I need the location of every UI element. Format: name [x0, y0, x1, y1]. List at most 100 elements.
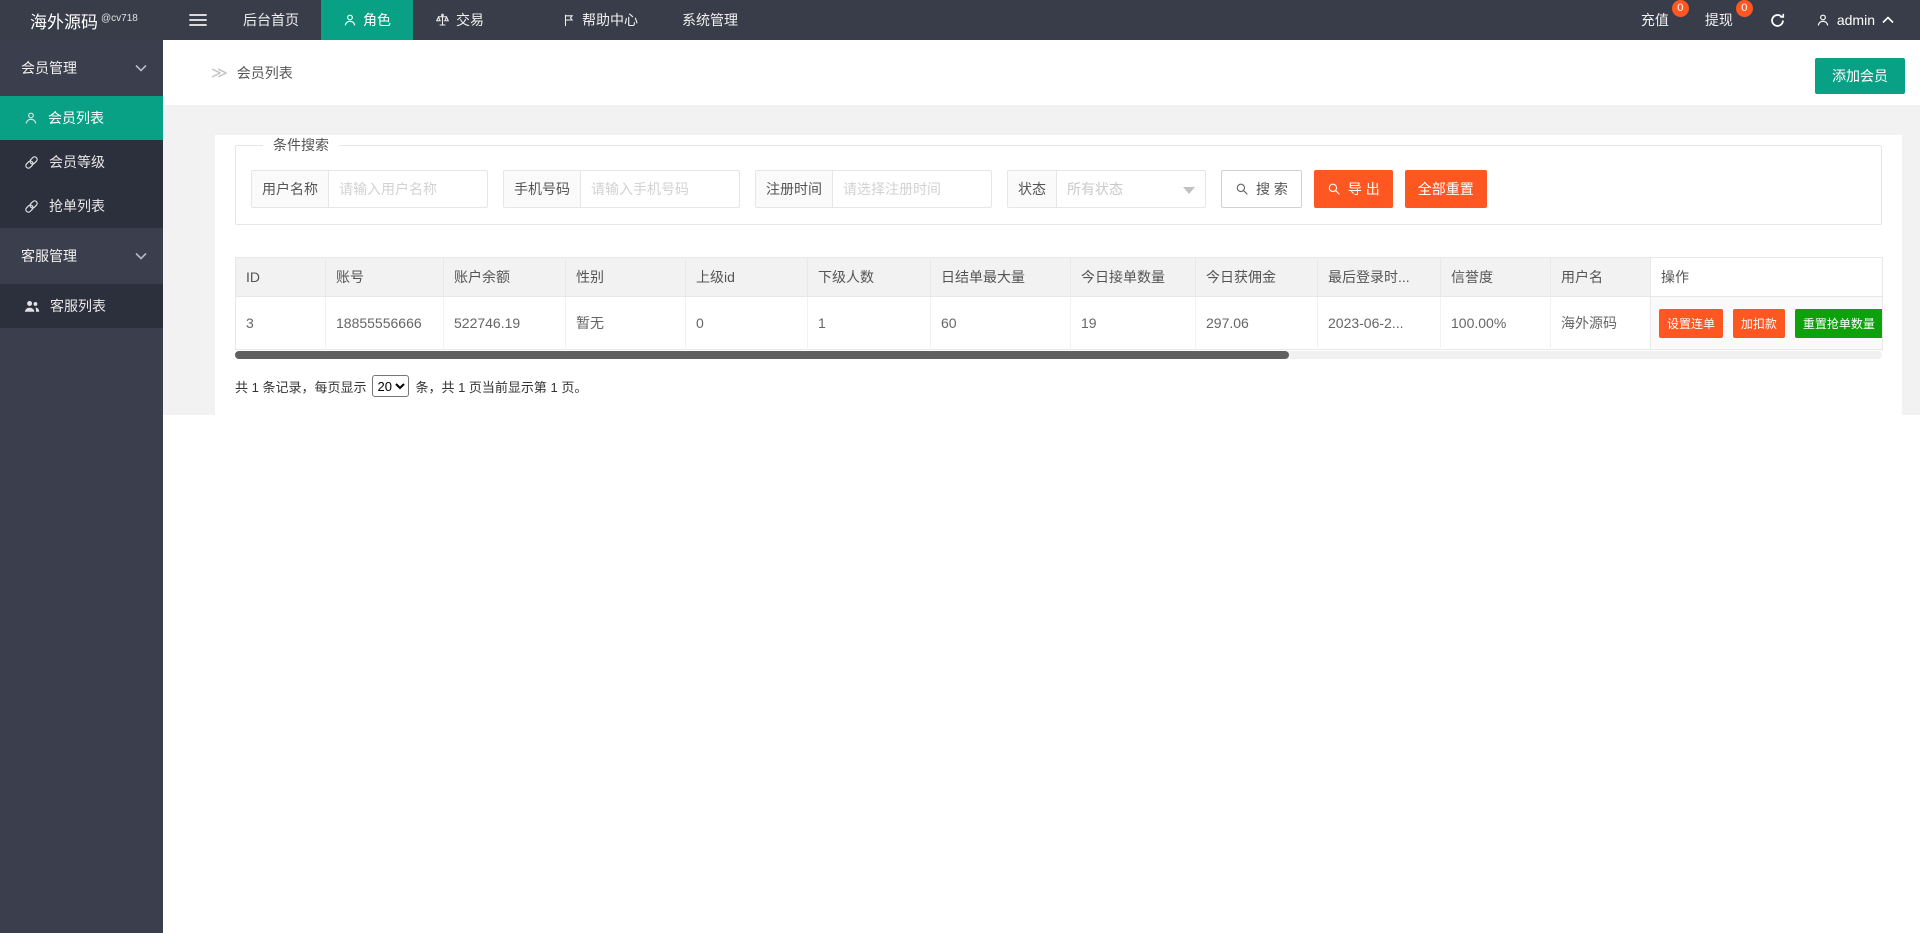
search-icon	[1327, 182, 1341, 196]
register-time-input[interactable]	[833, 171, 991, 207]
add-member-button[interactable]: 添加会员	[1815, 58, 1905, 94]
cell-parent-id: 0	[685, 296, 808, 350]
cell-gender: 暂无	[565, 296, 686, 350]
username: admin	[1836, 12, 1875, 28]
person-icon	[343, 13, 357, 27]
breadcrumb-bar: ≫ 会员列表 添加会员	[163, 40, 1920, 105]
col-header-daily-max: 日结单最大量	[930, 257, 1071, 297]
cell-actions: 设置连单 加扣款 重置抢单数量 ...	[1650, 296, 1883, 350]
cell-last-login: 2023-06-2...	[1317, 296, 1441, 350]
main-area: ≫ 会员列表 添加会员 条件搜索 用户名称 手机号码 注册时间	[163, 40, 1920, 933]
cell-today-orders: 19	[1070, 296, 1196, 350]
col-header-last-login: 最后登录时...	[1317, 257, 1441, 297]
cell-credit: 100.00%	[1440, 296, 1551, 350]
nav-item-roles[interactable]: 角色	[321, 0, 413, 40]
topbar: 海外源码 @cv718 后台首页 角色 交易 帮助中心 系统管理 充值 0 提现…	[0, 0, 1920, 40]
reset-all-button[interactable]: 全部重置	[1404, 170, 1487, 208]
username-field-group: 用户名称	[251, 170, 488, 208]
col-header-parent-id: 上级id	[685, 257, 808, 297]
table-row: 3 18855556666 522746.19 暂无 0 1 60 19 297…	[235, 296, 1883, 350]
cell-username: 海外源码	[1550, 296, 1651, 350]
person-icon	[24, 111, 38, 125]
cell-subordinates: 1	[807, 296, 931, 350]
sidebar-item-customer-service-list[interactable]: 客服列表	[0, 284, 163, 328]
col-header-balance: 账户余额	[443, 257, 566, 297]
search-button[interactable]: 搜 索	[1221, 170, 1302, 208]
recharge-link[interactable]: 充值 0	[1641, 0, 1689, 30]
breadcrumb-icon: ≫	[211, 64, 228, 82]
reset-grab-count-button[interactable]: 重置抢单数量	[1794, 308, 1883, 338]
col-header-today-commission: 今日获佣金	[1195, 257, 1318, 297]
user-menu[interactable]: admin	[1816, 12, 1894, 28]
chevron-down-icon	[135, 252, 147, 260]
scales-icon	[435, 13, 450, 28]
col-header-gender: 性别	[565, 257, 686, 297]
nav-item-trade[interactable]: 交易	[413, 0, 506, 40]
col-header-username: 用户名	[1550, 257, 1651, 297]
pagination-prefix: 共 1 条记录，每页显示	[235, 379, 367, 395]
table-header-row: ID 账号 账户余额 性别 上级id 下级人数 日结单最大量 今日接单数量 今日…	[235, 257, 1883, 297]
sidebar: 会员管理 会员列表 会员等级 抢单列表 客服管理 客服列表	[0, 40, 163, 933]
chevron-up-icon	[1882, 16, 1894, 24]
sidebar-item-order-grab-list[interactable]: 抢单列表	[0, 184, 163, 228]
col-header-today-orders: 今日接单数量	[1070, 257, 1196, 297]
pagination-suffix: 条，共 1 页当前显示第 1 页。	[415, 379, 588, 395]
register-time-field-group: 注册时间	[755, 170, 992, 208]
set-chain-order-button[interactable]: 设置连单	[1659, 308, 1724, 338]
phone-input[interactable]	[581, 171, 739, 207]
cell-account: 18855556666	[325, 296, 444, 350]
export-button[interactable]: 导 出	[1313, 170, 1393, 208]
hamburger-icon	[189, 13, 207, 27]
col-header-account: 账号	[325, 257, 444, 297]
user-icon	[1816, 13, 1830, 27]
register-time-label: 注册时间	[756, 171, 833, 207]
refresh-icon	[1769, 12, 1786, 29]
refresh-button[interactable]	[1769, 12, 1786, 29]
cell-today-commission: 297.06	[1195, 296, 1318, 350]
sidebar-group-customer-service[interactable]: 客服管理	[0, 228, 163, 284]
cell-balance: 522746.19	[443, 296, 566, 350]
link-icon	[24, 155, 39, 170]
search-icon	[1235, 182, 1249, 196]
recharge-badge: 0	[1671, 0, 1689, 17]
topbar-right: 充值 0 提现 0 admin	[1641, 0, 1920, 30]
status-label: 状态	[1008, 171, 1057, 207]
content-card: 条件搜索 用户名称 手机号码 注册时间 状态	[215, 135, 1902, 425]
col-header-credit: 信誉度	[1440, 257, 1551, 297]
search-panel-legend: 条件搜索	[273, 137, 329, 153]
sidebar-item-member-level[interactable]: 会员等级	[0, 140, 163, 184]
status-field-group: 状态 所有状态	[1007, 170, 1206, 208]
horizontal-scrollbar-thumb[interactable]	[235, 351, 1290, 359]
nav-item-system[interactable]: 系统管理	[660, 0, 760, 40]
cell-id: 3	[235, 296, 326, 350]
member-table: ID 账号 账户余额 性别 上级id 下级人数 日结单最大量 今日接单数量 今日…	[235, 257, 1883, 350]
page-size-select[interactable]: 20	[372, 375, 410, 397]
nav-item-help-center[interactable]: 帮助中心	[540, 0, 660, 40]
nav-item-dashboard[interactable]: 后台首页	[221, 0, 321, 40]
phone-label: 手机号码	[504, 171, 581, 207]
content-band: 条件搜索 用户名称 手机号码 注册时间 状态	[163, 105, 1920, 425]
withdraw-link[interactable]: 提现 0	[1705, 0, 1753, 30]
people-icon	[24, 299, 40, 314]
col-header-subordinates: 下级人数	[807, 257, 931, 297]
page-title: 会员列表	[236, 64, 293, 81]
col-header-id: ID	[235, 257, 326, 297]
chevron-down-icon	[1183, 187, 1195, 194]
status-select[interactable]: 所有状态	[1057, 171, 1205, 207]
username-label: 用户名称	[252, 171, 329, 207]
username-input[interactable]	[329, 171, 487, 207]
cell-daily-max: 60	[930, 296, 1071, 350]
col-header-actions: 操作	[1650, 257, 1883, 297]
main-nav: 后台首页 角色 交易 帮助中心 系统管理	[221, 0, 760, 40]
phone-field-group: 手机号码	[503, 170, 740, 208]
search-panel: 条件搜索 用户名称 手机号码 注册时间 状态	[235, 135, 1882, 225]
sidebar-item-member-list[interactable]: 会员列表	[0, 96, 163, 140]
pagination: 共 1 条记录，每页显示 20 条，共 1 页当前显示第 1 页。	[235, 375, 1882, 397]
chevron-down-icon	[135, 64, 147, 72]
sidebar-group-member-management[interactable]: 会员管理	[0, 40, 163, 96]
horizontal-scrollbar	[235, 351, 1882, 359]
menu-toggle-button[interactable]	[175, 0, 221, 40]
flag-icon	[562, 13, 576, 27]
add-deduct-funds-button[interactable]: 加扣款	[1732, 308, 1785, 338]
app-logo: 海外源码 @cv718	[30, 12, 138, 32]
